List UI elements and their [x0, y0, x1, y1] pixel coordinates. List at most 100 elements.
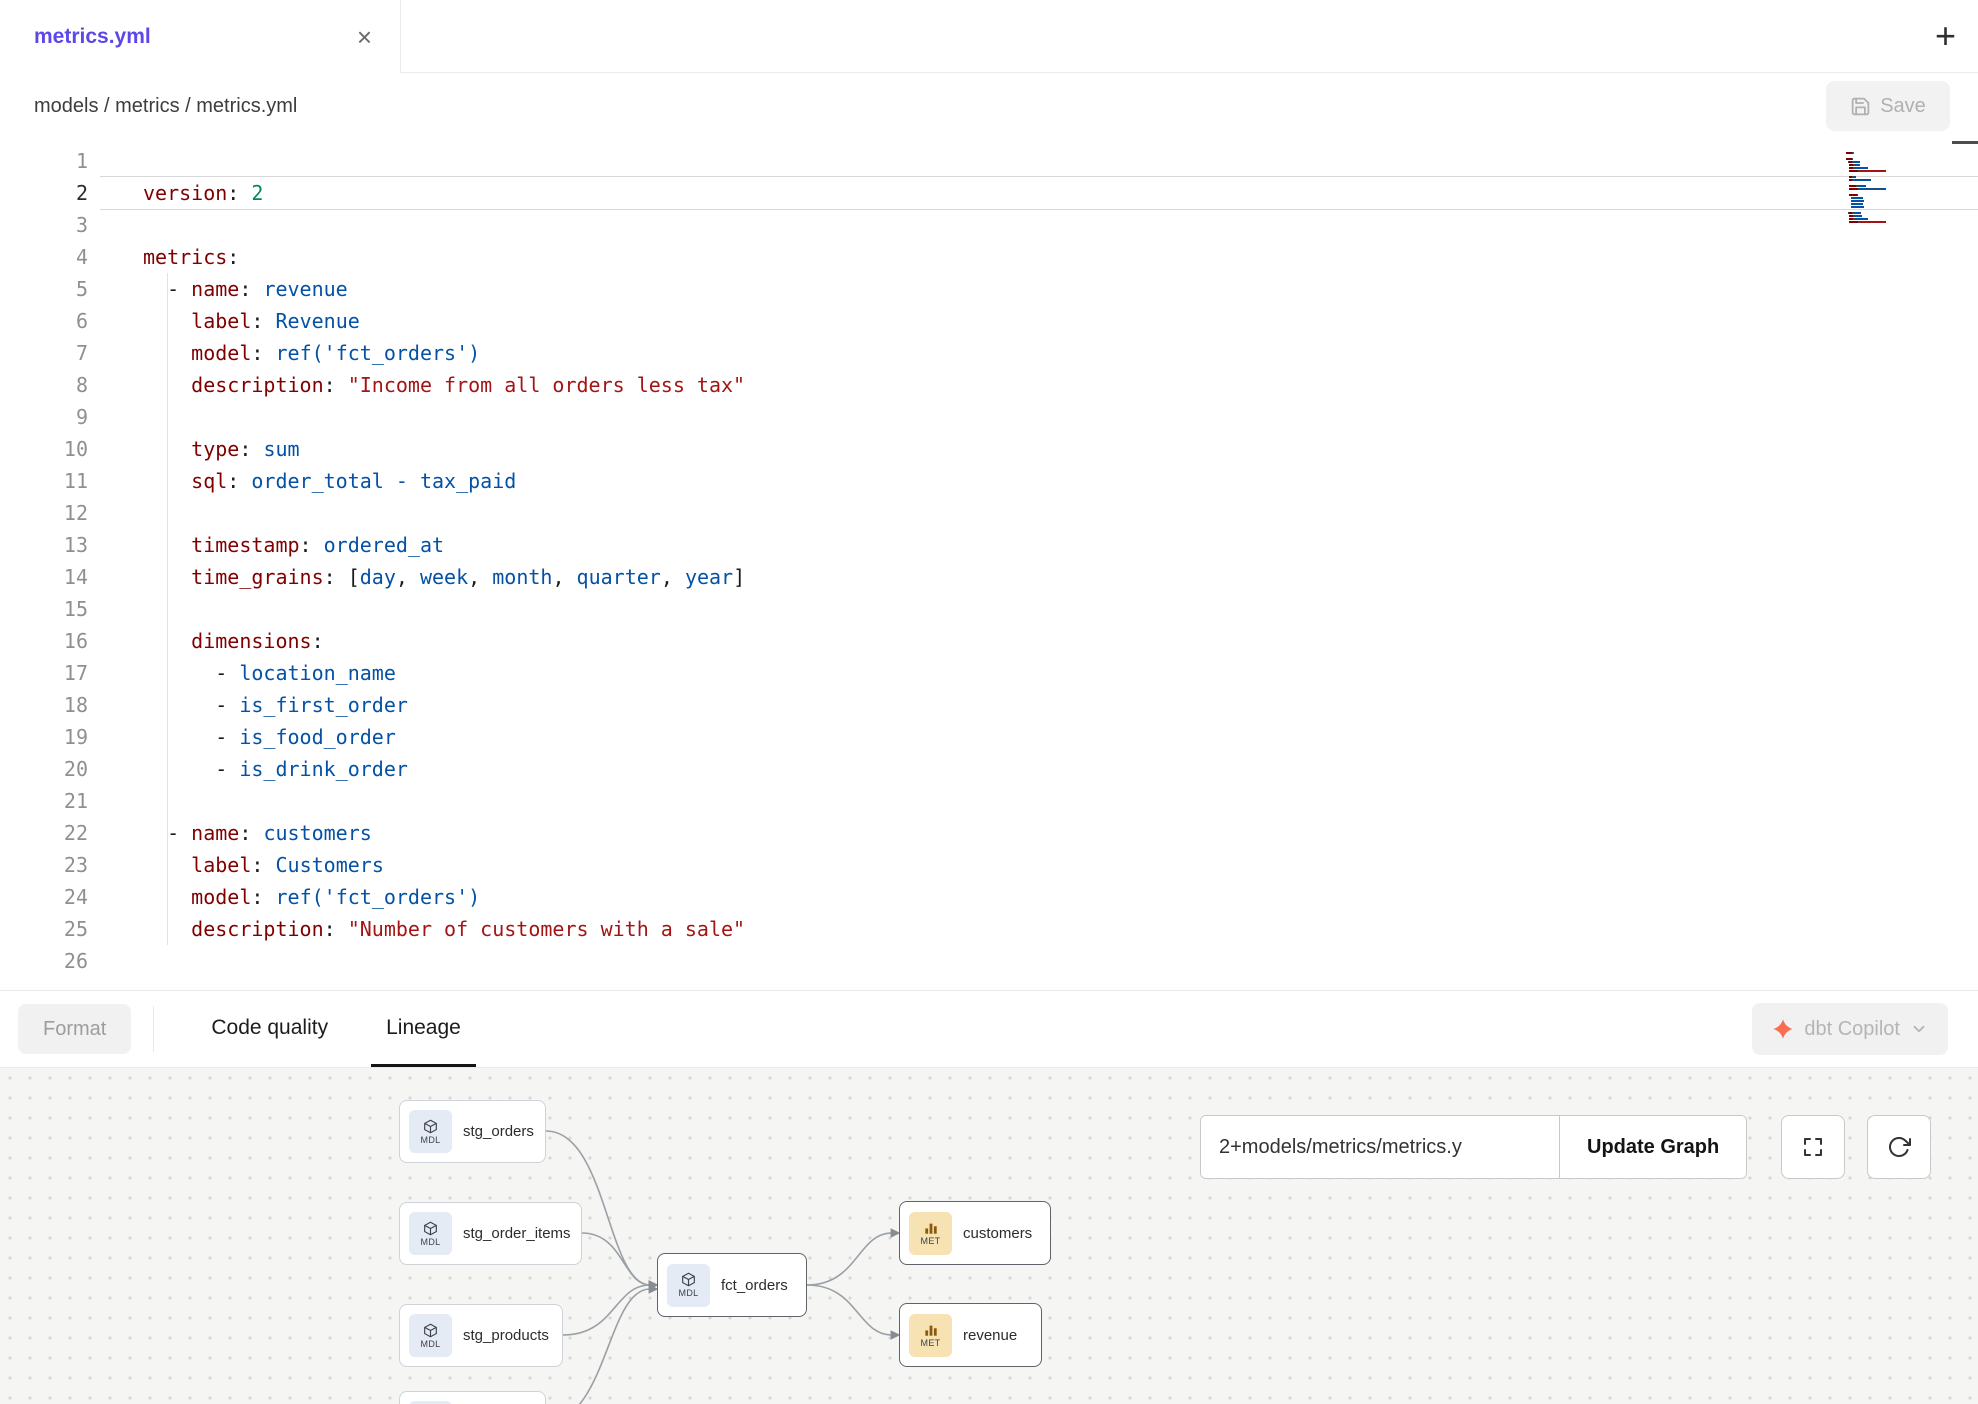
lineage-selector-input[interactable] — [1201, 1116, 1559, 1178]
code-token — [143, 917, 191, 941]
bar-chart-icon — [924, 1323, 938, 1337]
line-number: 13 — [0, 529, 88, 561]
tab-lineage[interactable]: Lineage — [371, 991, 476, 1067]
code-token: : — [239, 437, 263, 461]
code-token: ref('fct_orders') — [275, 341, 480, 365]
minimap[interactable] — [1846, 149, 1902, 227]
editor-tab-bar: metrics.yml × + — [0, 0, 1978, 73]
line-number: 23 — [0, 849, 88, 881]
code-line: dimensions: — [143, 625, 745, 657]
lineage-node-stg_products[interactable]: MDLstg_products — [399, 1304, 563, 1367]
code-editor[interactable]: 1234567891011121314151617181920212223242… — [0, 139, 1978, 990]
bar-chart-icon — [924, 1221, 938, 1235]
bottom-toolbar: Format Code quality Lineage dbt Copilot — [0, 990, 1978, 1068]
update-graph-button[interactable]: Update Graph — [1560, 1116, 1746, 1178]
node-kind-label: MDL — [421, 1237, 441, 1247]
tab-code-quality[interactable]: Code quality — [196, 991, 343, 1067]
lineage-node-fct_orders[interactable]: MDLfct_orders — [657, 1253, 807, 1317]
minimap-line — [1846, 215, 1902, 217]
save-button[interactable]: Save — [1826, 81, 1950, 131]
code-line — [143, 145, 745, 177]
line-number: 14 — [0, 561, 88, 593]
minimap-line — [1846, 188, 1902, 190]
code-token: revenue — [263, 277, 347, 301]
line-number: 21 — [0, 785, 88, 817]
code-token: : — [324, 373, 348, 397]
line-number: 9 — [0, 401, 88, 433]
code-token: : — [251, 341, 275, 365]
code-line — [143, 785, 745, 817]
code-token — [143, 437, 191, 461]
code-token: : — [251, 853, 275, 877]
code-line: - is_food_order — [143, 721, 745, 753]
line-number: 25 — [0, 913, 88, 945]
lineage-canvas[interactable]: Update Graph MDLstg_orders MDLstg_order_i… — [0, 1068, 1978, 1404]
code-token: type — [191, 437, 239, 461]
line-number: 8 — [0, 369, 88, 401]
lineage-node-partial[interactable]: MDL — [399, 1391, 546, 1404]
node-kind-label: MDL — [421, 1135, 441, 1145]
cube-icon — [681, 1272, 696, 1287]
code-token: , — [396, 565, 420, 589]
minimap-line — [1846, 182, 1902, 184]
tab-metrics-yml[interactable]: metrics.yml × — [0, 0, 401, 73]
code-token: is_food_order — [239, 725, 396, 749]
line-number: 15 — [0, 593, 88, 625]
node-kind-label: MDL — [679, 1288, 699, 1298]
dbt-copilot-button[interactable]: dbt Copilot — [1752, 1003, 1948, 1055]
code-token — [143, 469, 191, 493]
minimap-line — [1846, 149, 1902, 151]
copilot-label: dbt Copilot — [1804, 1018, 1900, 1041]
code-token: order_total - tax_paid — [251, 469, 516, 493]
code-token: label — [191, 853, 251, 877]
code-line: model: ref('fct_orders') — [143, 881, 745, 913]
code-token: dimensions — [191, 629, 311, 653]
code-token: - — [143, 693, 239, 717]
code-token: : — [251, 885, 275, 909]
lineage-node-revenue[interactable]: METrevenue — [899, 1303, 1042, 1367]
fullscreen-button[interactable] — [1781, 1115, 1845, 1179]
code-token: - — [143, 757, 239, 781]
code-token: sql — [191, 469, 227, 493]
code-token: - — [143, 821, 191, 845]
line-number: 16 — [0, 625, 88, 657]
code-token: label — [191, 309, 251, 333]
code-lines: version: 2metrics: - name: revenue label… — [143, 145, 745, 977]
lineage-node-customers[interactable]: METcustomers — [899, 1201, 1051, 1265]
code-pane[interactable]: version: 2metrics: - name: revenue label… — [100, 139, 1978, 990]
refresh-button[interactable] — [1867, 1115, 1931, 1179]
model-icon: MDL — [667, 1264, 710, 1307]
code-token: , — [661, 565, 685, 589]
code-line: - is_first_order — [143, 689, 745, 721]
code-token: ordered_at — [324, 533, 444, 557]
node-kind-label: MET — [921, 1338, 941, 1348]
code-token — [143, 885, 191, 909]
code-line — [143, 209, 745, 241]
code-token: : — [227, 181, 251, 205]
code-token: year — [685, 565, 733, 589]
code-token: model — [191, 341, 251, 365]
code-token: week — [420, 565, 468, 589]
code-token: : [ — [324, 565, 360, 589]
code-token: "Number of customers with a sale" — [348, 917, 745, 941]
line-number: 7 — [0, 337, 88, 369]
lineage-node-stg_orders[interactable]: MDLstg_orders — [399, 1100, 546, 1163]
minimap-line — [1846, 203, 1902, 205]
minimap-line — [1846, 161, 1902, 163]
code-token: ] — [733, 565, 745, 589]
code-line: type: sum — [143, 433, 745, 465]
code-token: "Income from all orders less tax" — [348, 373, 745, 397]
new-tab-button[interactable]: + — [1935, 0, 1956, 72]
code-token: is_first_order — [239, 693, 408, 717]
lineage-node-stg_order_items[interactable]: MDLstg_order_items — [399, 1202, 582, 1265]
close-tab-icon[interactable]: × — [357, 24, 372, 50]
format-button[interactable]: Format — [18, 1004, 131, 1054]
line-number: 24 — [0, 881, 88, 913]
minimap-line — [1846, 176, 1902, 178]
code-line: metrics: — [143, 241, 745, 273]
code-token — [143, 565, 191, 589]
model-icon: MDL — [409, 1212, 452, 1255]
code-token — [143, 309, 191, 333]
code-token: , — [468, 565, 492, 589]
code-token: month — [492, 565, 552, 589]
